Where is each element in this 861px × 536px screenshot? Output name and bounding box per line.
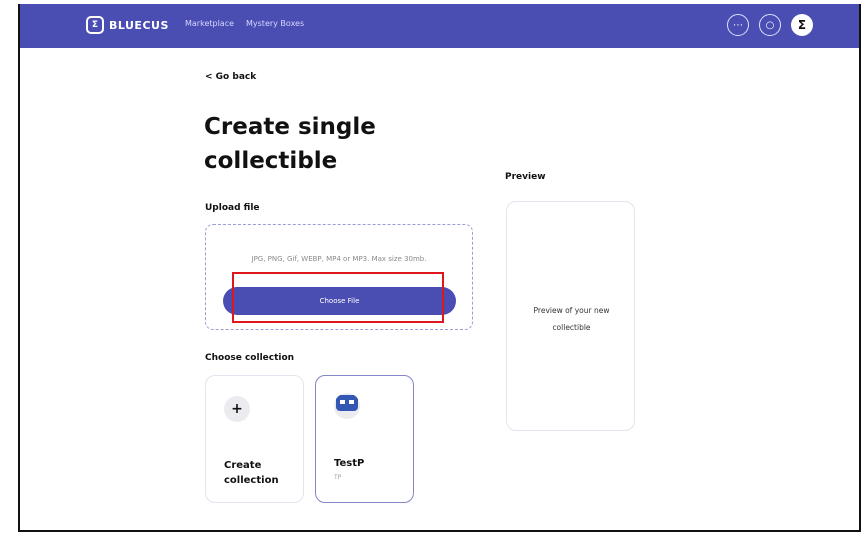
preview-card: Preview of your new collectible [506, 201, 635, 431]
top-navigation-bar: Σ BLUECUS Marketplace Mystery Boxes ⋯ ○ … [20, 4, 859, 48]
more-icon[interactable]: ⋯ [727, 14, 749, 36]
collection-card-testp[interactable]: TestP TP [315, 375, 414, 503]
logo-icon: Σ [86, 16, 104, 34]
plus-icon: + [224, 396, 250, 422]
nav-mystery-boxes-link[interactable]: Mystery Boxes [246, 19, 304, 28]
search-icon[interactable]: ○ [759, 14, 781, 36]
preview-placeholder-text: Preview of your new collectible [533, 306, 610, 332]
page-title: Create single collectible [204, 114, 376, 174]
collection-name: TestP [334, 458, 365, 469]
logo-text: BLUECUS [109, 18, 169, 32]
nav-marketplace-link[interactable]: Marketplace [185, 19, 234, 28]
choose-collection-label: Choose collection [205, 353, 295, 363]
brand-logo[interactable]: Σ BLUECUS [86, 16, 169, 34]
go-back-link[interactable]: < Go back [205, 72, 256, 82]
preview-label: Preview [505, 172, 546, 182]
create-collection-card[interactable]: + Create collection [205, 375, 304, 503]
profile-icon[interactable]: Σ [791, 14, 813, 36]
collection-symbol: TP [334, 474, 342, 481]
upload-file-label: Upload file [205, 203, 260, 213]
highlight-box [232, 272, 444, 323]
create-collection-label: Create collection [224, 460, 279, 486]
collection-avatar-icon [334, 393, 360, 419]
upload-hint-text: JPG, PNG, Gif, WEBP, MP4 or MP3. Max siz… [251, 255, 427, 263]
